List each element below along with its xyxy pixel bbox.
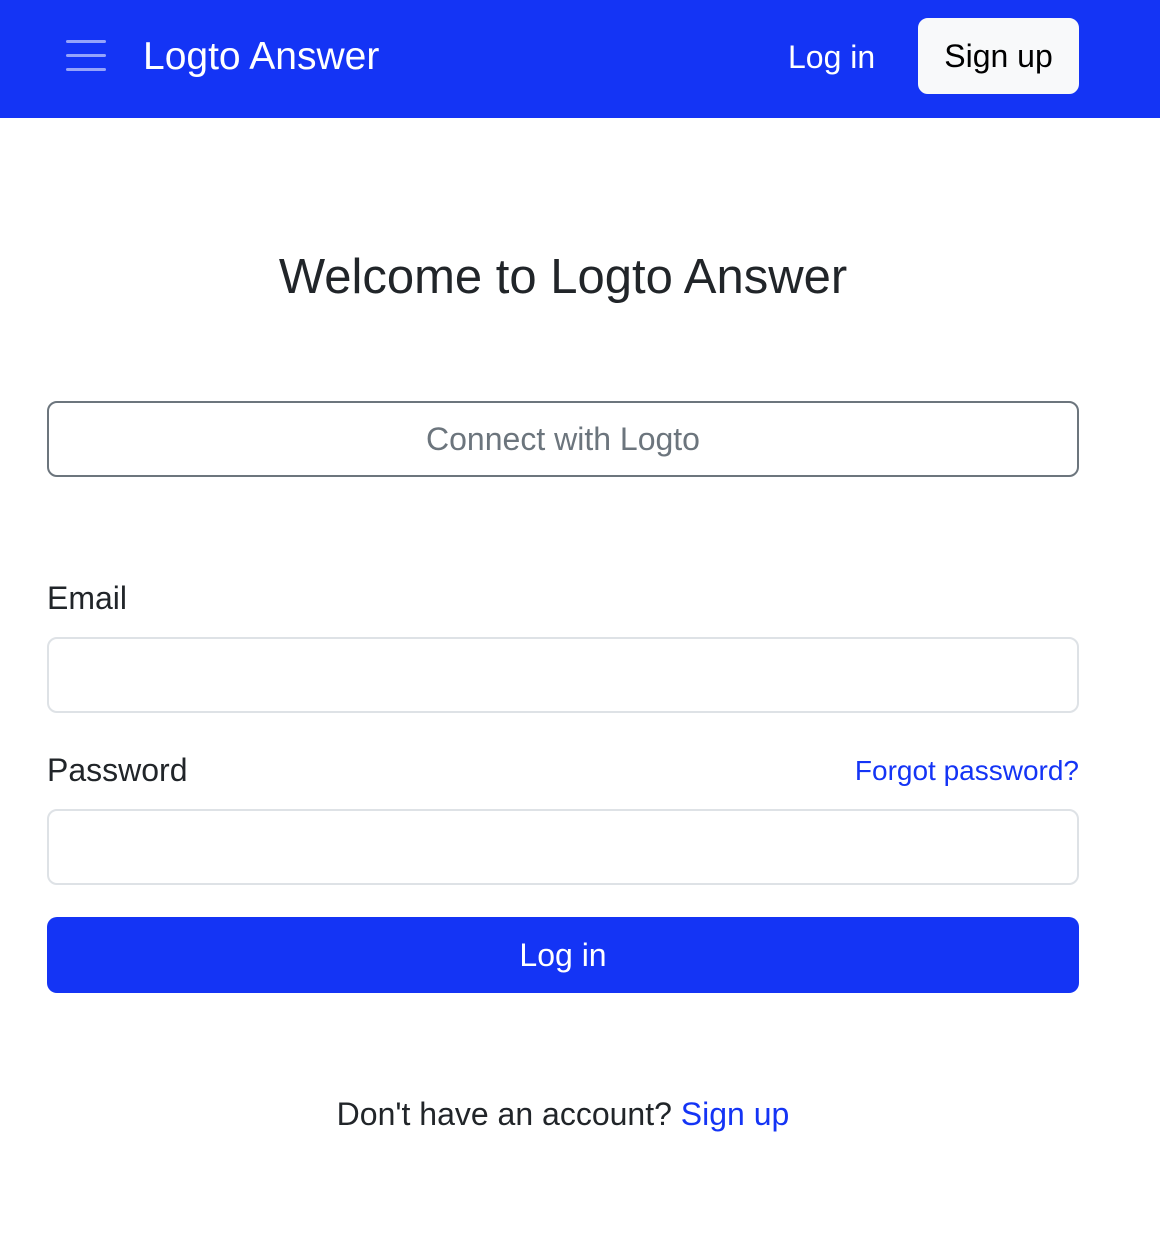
nav-login-link[interactable]: Log in	[788, 36, 875, 78]
nav-signup-button[interactable]: Sign up	[918, 18, 1079, 94]
hamburger-menu-icon[interactable]	[66, 38, 108, 72]
email-label: Email	[47, 580, 128, 616]
signup-prompt-text: Don't have an account?	[336, 1096, 681, 1132]
forgot-password-link[interactable]: Forgot password?	[855, 753, 1079, 789]
login-button[interactable]: Log in	[47, 917, 1079, 993]
connect-with-logto-button[interactable]: Connect with Logto	[47, 401, 1079, 477]
password-input[interactable]	[47, 809, 1079, 885]
menu-bar-line	[66, 68, 106, 71]
password-label: Password	[47, 752, 188, 788]
signup-prompt: Don't have an account? Sign up	[0, 1094, 1126, 1134]
brand-link[interactable]: Logto Answer	[143, 33, 379, 81]
menu-bar-line	[66, 40, 106, 43]
page-title: Welcome to Logto Answer	[278, 250, 848, 304]
top-navbar: Logto Answer Log in Sign up	[0, 0, 1160, 118]
email-input[interactable]	[47, 637, 1079, 713]
signup-link[interactable]: Sign up	[681, 1096, 790, 1132]
menu-bar-line	[66, 54, 106, 57]
